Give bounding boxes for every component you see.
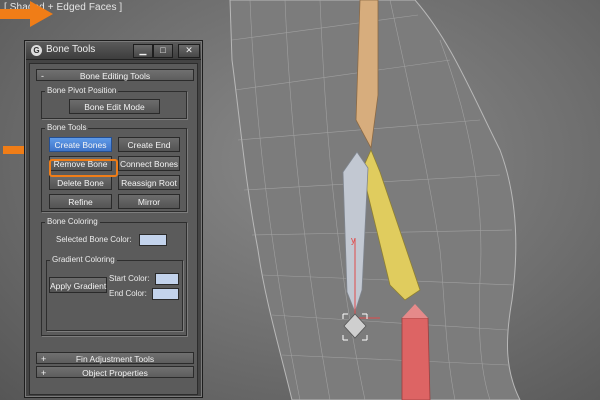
group-label: Bone Tools [45,122,89,134]
maximize-button[interactable]: □ [153,44,173,58]
refine-button[interactable]: Refine [49,194,112,209]
start-color-label: Start Color: [109,274,150,283]
rollout-object-properties[interactable]: + Object Properties [36,366,194,378]
bone-edit-mode-button[interactable]: Bone Edit Mode [69,99,160,114]
gizmo-y-label: y [351,235,356,245]
group-label: Bone Pivot Position [45,85,119,97]
delete-bone-button[interactable]: Delete Bone [49,175,112,190]
app-icon: G [31,45,42,56]
create-bones-button[interactable]: Create Bones [49,137,112,152]
create-end-button[interactable]: Create End [118,137,180,152]
end-color-swatch[interactable] [152,288,179,300]
start-color-swatch[interactable] [155,273,179,285]
bone-tools-window: G Bone Tools ▁ □ ✕ - Bone Editing Tools … [24,40,203,398]
rollout-bone-editing-tools[interactable]: - Bone Editing Tools [36,69,194,81]
rollout-label: Object Properties [82,368,148,378]
window-title: Bone Tools [46,44,96,55]
group-gradient-coloring: Gradient Coloring Apply Gradient Start C… [46,254,183,331]
rollout-expand-sign: + [41,368,47,378]
connect-bones-button[interactable]: Connect Bones [118,156,180,171]
close-button[interactable]: ✕ [178,44,200,58]
rollout-label: Fin Adjustment Tools [75,354,155,364]
panel-body: - Bone Editing Tools Bone Pivot Position… [29,63,198,395]
rollout-label: Bone Editing Tools [79,71,151,81]
rollout-fin-adjustment-tools[interactable]: + Fin Adjustment Tools [36,352,194,364]
group-label: Gradient Coloring [50,254,117,266]
group-bone-pivot-position: Bone Pivot Position Bone Edit Mode [41,85,187,119]
orange-arrow-viewport [0,1,53,27]
end-color-label: End Color: [109,289,147,298]
selected-bone-color-swatch[interactable] [139,234,167,246]
bone-red [401,317,431,400]
mirror-button[interactable]: Mirror [118,194,180,209]
rollout-collapse-sign: - [41,71,44,81]
apply-gradient-button[interactable]: Apply Gradient [49,277,107,293]
rollout-expand-sign: + [41,354,47,364]
title-bar[interactable]: G Bone Tools ▁ □ ✕ [26,42,201,60]
group-bone-coloring: Bone Coloring Selected Bone Color: Gradi… [41,216,187,336]
selected-bone-color-label: Selected Bone Color: [56,235,132,244]
reassign-root-button[interactable]: Reassign Root [118,175,180,190]
minimize-button[interactable]: ▁ [133,44,153,58]
group-label: Bone Coloring [45,216,100,228]
create-bones-highlight [49,159,118,177]
